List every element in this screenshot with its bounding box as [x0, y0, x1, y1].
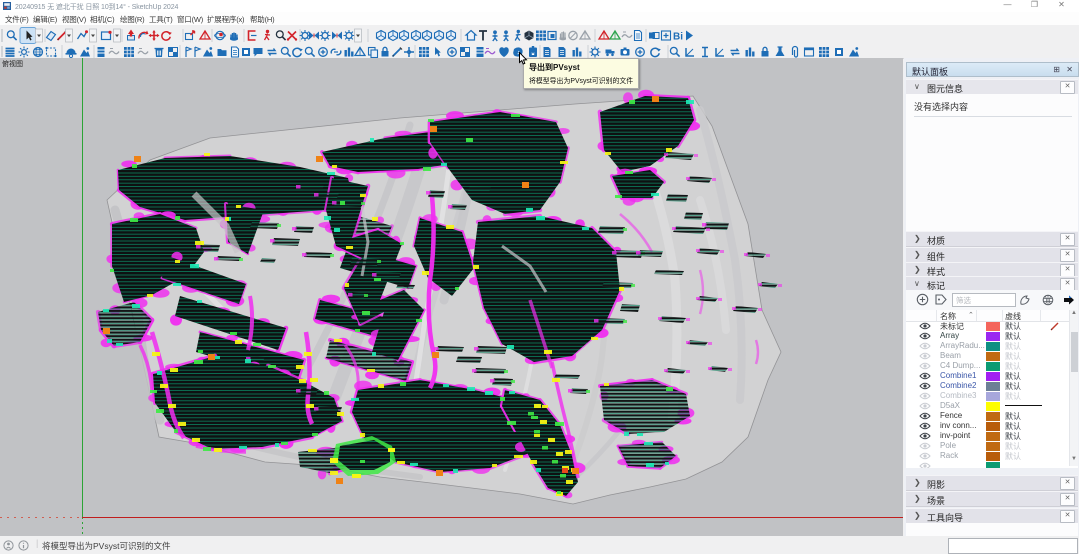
svg-text:Bi: Bi	[673, 32, 683, 43]
svg-text:俯视图: 俯视图	[2, 59, 23, 68]
